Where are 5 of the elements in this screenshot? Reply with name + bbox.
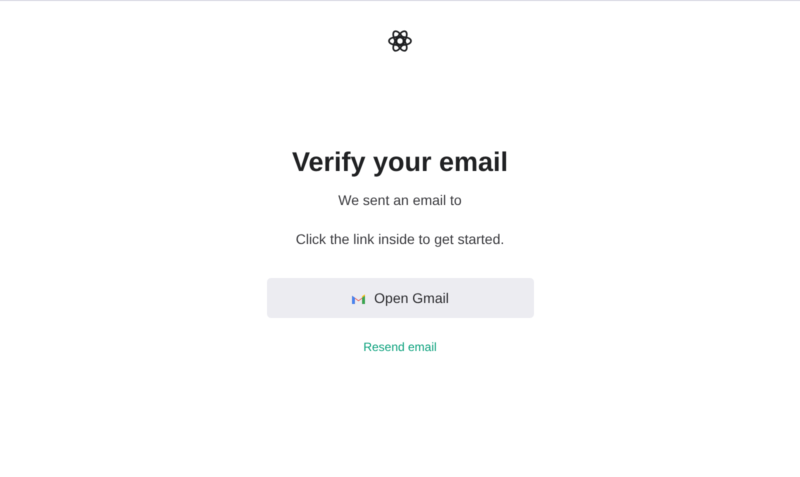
instruction-text: Click the link inside to get started. [296,230,504,248]
mail-icon [351,292,366,304]
page-title: Verify your email [292,146,508,179]
open-gmail-button[interactable]: Open Gmail [266,278,534,318]
message-text: We sent an email to [338,191,462,209]
